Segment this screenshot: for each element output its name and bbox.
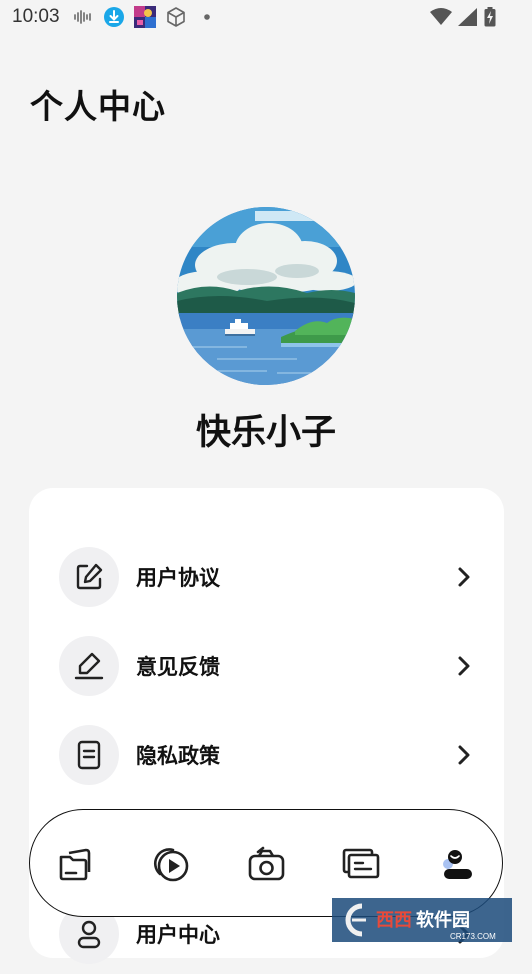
page-title: 个人中心 xyxy=(30,87,166,126)
menu-item-privacy-policy[interactable]: 隐私政策 xyxy=(29,715,504,795)
dot-icon xyxy=(204,14,210,20)
chevron-right-icon xyxy=(458,567,470,587)
system-icons xyxy=(430,7,496,27)
edit-document-icon xyxy=(59,547,119,607)
menu-item-user-agreement[interactable]: 用户协议 xyxy=(29,537,504,617)
svg-text:软件园: 软件园 xyxy=(416,909,470,931)
menu-item-feedback[interactable]: 意见反馈 xyxy=(29,626,504,706)
status-bar: 10:03 xyxy=(0,0,532,36)
profile-icon[interactable] xyxy=(436,844,476,884)
avatar[interactable] xyxy=(177,207,355,385)
battery-charging-icon xyxy=(484,7,496,27)
files-icon[interactable] xyxy=(56,844,96,884)
username: 快乐小子 xyxy=(195,413,336,453)
app-thumbnail-icon xyxy=(134,6,156,28)
signal-icon xyxy=(458,8,477,26)
svg-text:西西: 西西 xyxy=(376,910,412,931)
pen-feedback-icon xyxy=(59,636,119,696)
status-time: 10:03 xyxy=(12,6,60,27)
chevron-right-icon xyxy=(458,745,470,765)
watermark-logo-image: 西西 软件园 CR173.COM xyxy=(332,898,512,942)
audio-wave-icon xyxy=(74,10,91,24)
menu-label-user-agreement: 用户协议 xyxy=(136,566,220,590)
menu-label-feedback: 意见反馈 xyxy=(136,655,220,679)
menu-label-privacy-policy: 隐私政策 xyxy=(136,744,220,768)
cube-icon xyxy=(167,7,185,27)
svg-text:CR173.COM: CR173.COM xyxy=(450,932,496,941)
chevron-right-icon xyxy=(458,656,470,676)
watermark-logo: 西西 软件园 CR173.COM xyxy=(332,898,512,942)
notification-icons xyxy=(72,6,218,28)
gallery-icon[interactable] xyxy=(341,844,381,884)
camera-icon[interactable] xyxy=(246,844,286,884)
menu-label-user-center: 用户中心 xyxy=(136,923,220,947)
wifi-icon xyxy=(430,8,452,25)
avatar-landscape-image xyxy=(177,207,355,385)
download-icon xyxy=(104,7,124,27)
policy-document-icon xyxy=(59,725,119,785)
play-icon[interactable] xyxy=(151,844,191,884)
